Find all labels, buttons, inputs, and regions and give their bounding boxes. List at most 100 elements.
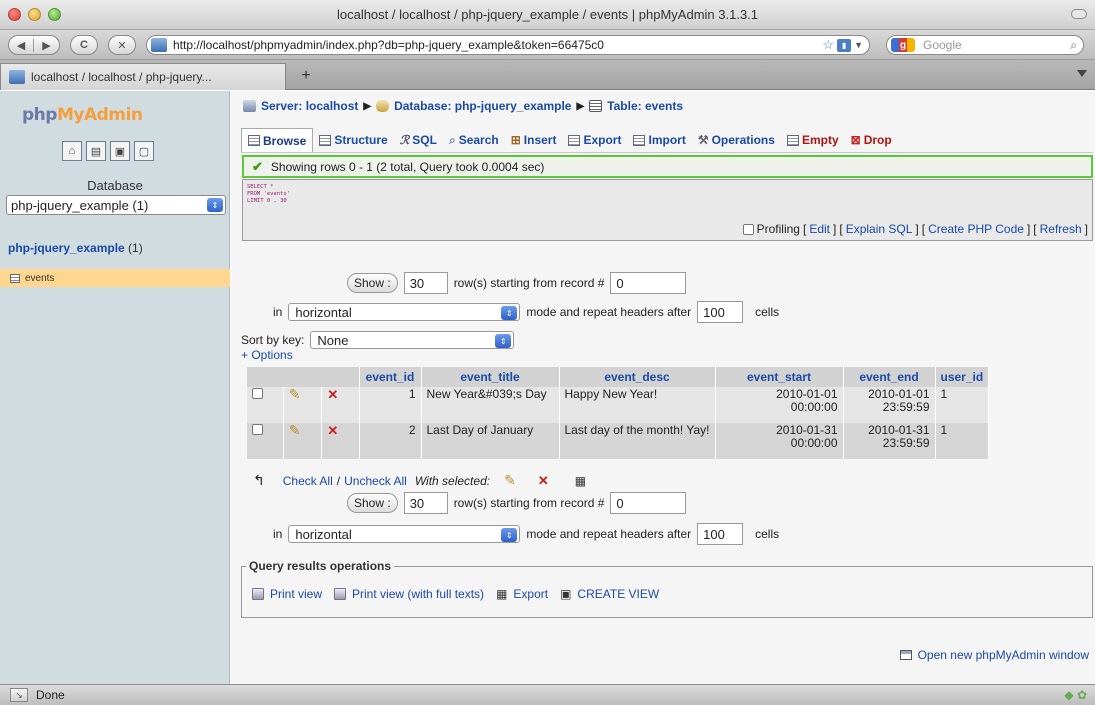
database-select-value: php-jquery_example (1)	[11, 197, 149, 213]
dropdown-arrow-icon[interactable]: ▼	[854, 40, 863, 50]
sql-query-text: SELECT * FROM 'events' LIMIT 0 , 30	[247, 184, 290, 205]
column-header-event-desc[interactable]: event_desc	[559, 367, 716, 387]
database-name[interactable]: php-jquery_example	[8, 241, 125, 255]
show-button[interactable]: Show :	[347, 273, 398, 293]
delete-icon[interactable]: ✕	[327, 387, 338, 402]
check-all-link[interactable]: Check All	[283, 474, 333, 488]
export-link[interactable]: Export	[513, 587, 548, 601]
column-header-event-start[interactable]: event_start	[715, 367, 844, 387]
table-icon[interactable]	[10, 273, 20, 283]
rows-count-input[interactable]: 30	[403, 272, 448, 294]
tab-drop[interactable]: ⊠ Drop	[845, 128, 898, 152]
profiling-checkbox[interactable]	[742, 223, 754, 235]
cell-event-start: 2010-01-31 00:00:00	[715, 423, 844, 459]
edit-pencil-icon[interactable]: ✎	[289, 422, 301, 438]
sidebar-table-events[interactable]: events	[0, 269, 230, 287]
changelog-icon[interactable]: ▢	[134, 141, 154, 161]
display-mode-value: horizontal	[295, 526, 352, 542]
display-mode-select-bottom[interactable]: horizontal ⇕	[288, 525, 521, 543]
start-record-input-bottom[interactable]: 0	[610, 492, 687, 514]
edit-pencil-icon[interactable]: ✎	[289, 386, 301, 402]
tab-import-label: Import	[648, 133, 686, 147]
google-engine-icon[interactable]: g	[891, 38, 915, 52]
tab-insert[interactable]: ⊞ Insert	[505, 128, 563, 152]
tab-import[interactable]: Import	[627, 128, 691, 152]
tab-operations[interactable]: ⚒ Operations	[692, 128, 781, 152]
breadcrumb-server[interactable]: Server: localhost	[261, 99, 358, 113]
options-link[interactable]: + Options	[241, 348, 293, 362]
breadcrumb-database[interactable]: Database: php-jquery_example	[394, 99, 571, 113]
window-title: localhost / localhost / php-jquery_examp…	[336, 7, 759, 22]
select-arrows-icon[interactable]: ⇕	[207, 198, 223, 212]
column-header-user-id[interactable]: user_id	[935, 367, 990, 387]
table-icon	[589, 100, 603, 112]
delete-icon[interactable]: ✕	[327, 423, 338, 438]
edit-query-link[interactable]: Edit	[809, 222, 830, 236]
print-view-full-link[interactable]: Print view (with full texts)	[352, 587, 484, 601]
start-record-input[interactable]: 0	[610, 272, 687, 294]
reload-button[interactable]: C	[70, 35, 98, 55]
uncheck-all-link[interactable]: Uncheck All	[344, 474, 407, 488]
row-checkbox[interactable]	[252, 424, 263, 435]
database-select[interactable]: php-jquery_example (1) ⇕	[6, 195, 226, 215]
create-php-code-link[interactable]: Create PHP Code	[928, 222, 1024, 236]
phpmyadmin-logo[interactable]: phpMyAdmin	[22, 105, 143, 125]
sidebar-table-label[interactable]: events	[25, 273, 54, 284]
back-icon[interactable]: ◀	[9, 38, 35, 52]
export-icon: ▦	[496, 587, 508, 601]
repeat-headers-input[interactable]: 100	[697, 301, 744, 323]
tab-search-label: Search	[458, 133, 499, 147]
rows-count-input-bottom[interactable]: 30	[403, 492, 448, 514]
export-selected-icon[interactable]: ▦	[575, 474, 586, 488]
search-bar[interactable]: g Google ⌕	[886, 35, 1084, 55]
browser-tab-active[interactable]: localhost / localhost / php-jquery...	[0, 63, 286, 90]
cell-event-end: 2010-01-01 23:59:59	[843, 387, 936, 423]
sql-query-icon[interactable]: ▤	[86, 141, 106, 161]
edit-selected-icon[interactable]: ✎	[504, 472, 516, 489]
repeat-headers-label: mode and repeat headers after	[526, 527, 692, 541]
display-mode-select[interactable]: horizontal ⇕	[288, 303, 521, 321]
column-header-event-end[interactable]: event_end	[843, 367, 936, 387]
select-arrows-icon[interactable]: ⇕	[501, 528, 518, 542]
forward-icon[interactable]: ▶	[34, 39, 59, 52]
sql-line-2: FROM 'events'	[247, 191, 291, 197]
delete-selected-icon[interactable]: ✕	[538, 473, 549, 489]
select-arrows-icon[interactable]: ⇕	[495, 334, 512, 348]
address-bar-url[interactable]: http://localhost/phpmyadmin/index.php?db…	[173, 38, 822, 52]
tab-search[interactable]: ⌕ Search	[443, 128, 505, 152]
bookmark-star-icon[interactable]: ☆	[822, 37, 834, 53]
show-button-bottom[interactable]: Show :	[347, 493, 398, 513]
home-icon[interactable]: ⌂	[62, 141, 82, 161]
stop-button[interactable]: ✕	[108, 35, 136, 55]
rss-feed-icon[interactable]: ▮	[837, 38, 852, 52]
tab-empty[interactable]: Empty	[781, 128, 845, 152]
row-checkbox[interactable]	[252, 388, 263, 399]
sort-by-key-select[interactable]: None ⇕	[310, 331, 515, 349]
sql-line-1: SELECT *	[247, 184, 274, 190]
column-header-event-id[interactable]: event_id	[359, 367, 422, 387]
breadcrumb-table[interactable]: Table: events	[607, 99, 683, 113]
magnifier-icon[interactable]: ⌕	[1070, 38, 1077, 53]
tab-list-icon[interactable]	[1077, 70, 1087, 77]
open-new-window-label[interactable]: Open new phpMyAdmin window	[918, 648, 1089, 662]
explain-sql-link[interactable]: Explain SQL	[846, 222, 913, 236]
toolbar-toggle-button[interactable]	[1071, 9, 1087, 19]
column-header-event-title[interactable]: event_title	[421, 367, 560, 387]
tab-structure[interactable]: Structure	[313, 128, 393, 152]
new-window-icon	[899, 650, 912, 660]
tab-sql[interactable]: ℛ SQL	[394, 128, 443, 152]
docs-icon[interactable]: ▣	[110, 141, 130, 161]
create-view-link[interactable]: CREATE VIEW	[577, 587, 659, 601]
window-titlebar: localhost / localhost / php-jquery_examp…	[0, 0, 1095, 30]
open-new-window-link[interactable]: Open new phpMyAdmin window	[899, 648, 1089, 662]
address-bar[interactable]: http://localhost/phpmyadmin/index.php?db…	[146, 35, 870, 55]
repeat-headers-input-bottom[interactable]: 100	[697, 523, 744, 545]
refresh-link[interactable]: Refresh	[1040, 222, 1082, 236]
database-name-link[interactable]: php-jquery_example (1)	[8, 241, 143, 255]
print-view-link[interactable]: Print view	[270, 587, 322, 601]
tab-export[interactable]: Export	[562, 128, 627, 152]
select-arrows-icon[interactable]: ⇕	[501, 306, 518, 320]
breadcrumb-separator-icon: ▶	[576, 100, 585, 112]
tab-browse[interactable]: Browse	[241, 128, 314, 152]
new-tab-button[interactable]: +	[296, 68, 316, 86]
